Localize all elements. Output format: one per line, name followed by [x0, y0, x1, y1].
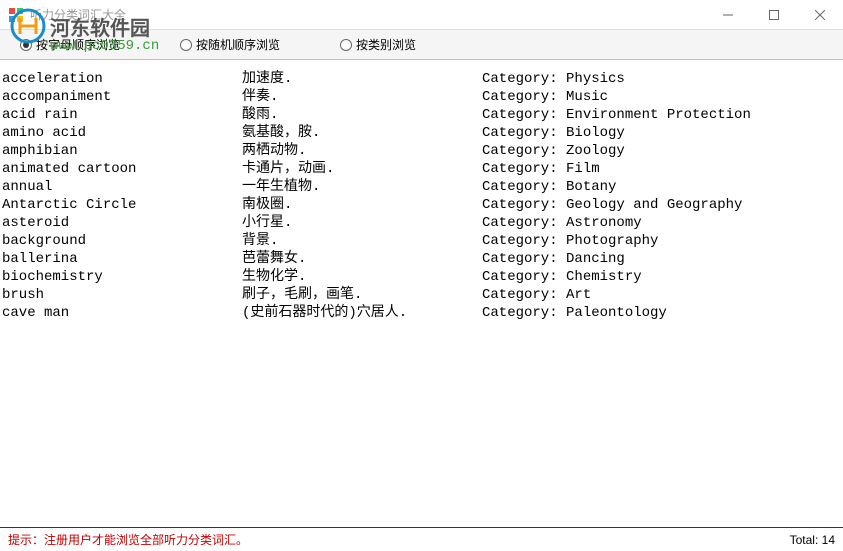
- vocab-category: Category: Biology: [482, 124, 841, 142]
- minimize-button[interactable]: [705, 0, 751, 30]
- vocab-category: Category: Geology and Geography: [482, 196, 841, 214]
- radio-category[interactable]: 按类别浏览: [340, 36, 416, 53]
- vocab-category: Category: Zoology: [482, 142, 841, 160]
- vocab-word: biochemistry: [2, 268, 242, 286]
- vocab-row: acid rain酸雨.Category: Environment Protec…: [2, 106, 841, 124]
- toolbar: 按字母顺序浏览 按随机顺序浏览 按类别浏览: [0, 30, 843, 60]
- window-title: 听力分类词汇大全: [30, 6, 126, 23]
- statusbar: 提示：注册用户才能浏览全部听力分类词汇。 Total: 14: [0, 527, 843, 551]
- window-controls: [705, 0, 843, 30]
- radio-random[interactable]: 按随机顺序浏览: [180, 36, 280, 53]
- radio-label: 按类别浏览: [356, 36, 416, 53]
- radio-alphabetical[interactable]: 按字母顺序浏览: [20, 36, 120, 53]
- vocab-word: amphibian: [2, 142, 242, 160]
- vocab-row: Antarctic Circle南极圈.Category: Geology an…: [2, 196, 841, 214]
- vocab-category: Category: Art: [482, 286, 841, 304]
- status-message: 提示：注册用户才能浏览全部听力分类词汇。: [8, 531, 248, 548]
- vocab-word: acceleration: [2, 70, 242, 88]
- vocab-row: cave man(史前石器时代的)穴居人.Category: Paleontol…: [2, 304, 841, 322]
- vocab-row: background背景.Category: Photography: [2, 232, 841, 250]
- vocab-word: annual: [2, 178, 242, 196]
- status-total: Total: 14: [790, 533, 835, 547]
- vocab-definition: 一年生植物.: [242, 178, 482, 196]
- vocab-category: Category: Chemistry: [482, 268, 841, 286]
- vocab-category: Category: Botany: [482, 178, 841, 196]
- vocab-row: biochemistry生物化学.Category: Chemistry: [2, 268, 841, 286]
- vocab-definition: 芭蕾舞女.: [242, 250, 482, 268]
- vocab-word: animated cartoon: [2, 160, 242, 178]
- vocab-word: asteroid: [2, 214, 242, 232]
- vocab-definition: 酸雨.: [242, 106, 482, 124]
- vocab-row: animated cartoon卡通片，动画.Category: Film: [2, 160, 841, 178]
- app-icon: [8, 7, 24, 23]
- vocab-word: acid rain: [2, 106, 242, 124]
- vocab-category: Category: Physics: [482, 70, 841, 88]
- vocab-definition: 南极圈.: [242, 196, 482, 214]
- radio-icon: [180, 39, 192, 51]
- vocab-word: amino acid: [2, 124, 242, 142]
- vocab-word: accompaniment: [2, 88, 242, 106]
- vocab-row: amphibian两栖动物.Category: Zoology: [2, 142, 841, 160]
- vocab-row: asteroid小行星.Category: Astronomy: [2, 214, 841, 232]
- radio-icon: [20, 39, 32, 51]
- vocab-row: accompaniment伴奏.Category: Music: [2, 88, 841, 106]
- vocab-definition: 氨基酸，胺.: [242, 124, 482, 142]
- vocab-definition: 小行星.: [242, 214, 482, 232]
- vocab-definition: 伴奏.: [242, 88, 482, 106]
- vocab-category: Category: Astronomy: [482, 214, 841, 232]
- radio-label: 按随机顺序浏览: [196, 36, 280, 53]
- vocab-word: Antarctic Circle: [2, 196, 242, 214]
- vocab-row: brush刷子，毛刷，画笔.Category: Art: [2, 286, 841, 304]
- vocab-definition: 卡通片，动画.: [242, 160, 482, 178]
- vocab-category: Category: Dancing: [482, 250, 841, 268]
- vocab-row: annual一年生植物.Category: Botany: [2, 178, 841, 196]
- vocab-definition: 背景.: [242, 232, 482, 250]
- vocab-row: ballerina芭蕾舞女.Category: Dancing: [2, 250, 841, 268]
- vocab-category: Category: Environment Protection: [482, 106, 841, 124]
- radio-label: 按字母顺序浏览: [36, 36, 120, 53]
- vocab-definition: 加速度.: [242, 70, 482, 88]
- vocab-definition: 刷子，毛刷，画笔.: [242, 286, 482, 304]
- vocab-definition: 两栖动物.: [242, 142, 482, 160]
- radio-icon: [340, 39, 352, 51]
- vocab-category: Category: Paleontology: [482, 304, 841, 322]
- vocab-word: cave man: [2, 304, 242, 322]
- titlebar: 听力分类词汇大全: [0, 0, 843, 30]
- close-button[interactable]: [797, 0, 843, 30]
- vocab-row: acceleration加速度.Category: Physics: [2, 70, 841, 88]
- vocab-category: Category: Photography: [482, 232, 841, 250]
- vocab-row: amino acid氨基酸，胺.Category: Biology: [2, 124, 841, 142]
- vocab-category: Category: Film: [482, 160, 841, 178]
- vocab-list[interactable]: acceleration加速度.Category: Physicsaccompa…: [0, 60, 843, 525]
- vocab-word: ballerina: [2, 250, 242, 268]
- vocab-definition: (史前石器时代的)穴居人.: [242, 304, 482, 322]
- vocab-category: Category: Music: [482, 88, 841, 106]
- vocab-definition: 生物化学.: [242, 268, 482, 286]
- vocab-word: background: [2, 232, 242, 250]
- vocab-word: brush: [2, 286, 242, 304]
- maximize-button[interactable]: [751, 0, 797, 30]
